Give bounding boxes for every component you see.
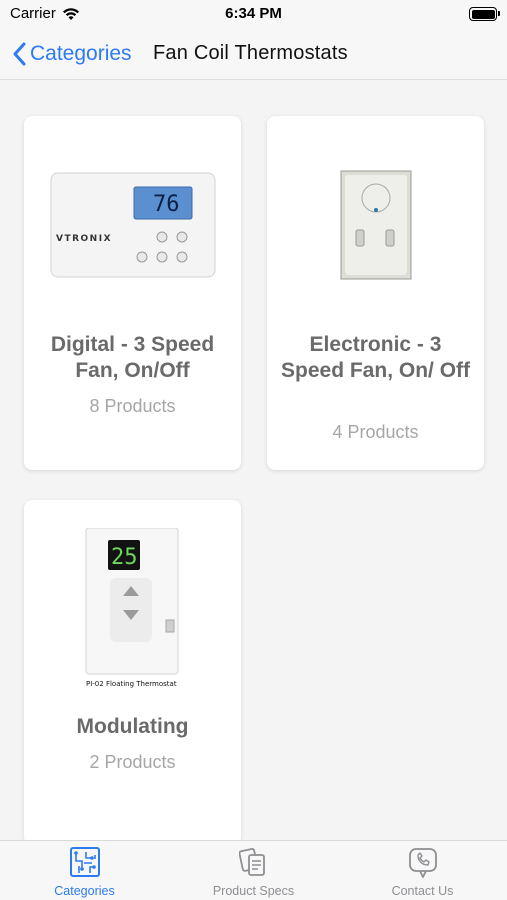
phone-bubble-icon [409, 848, 437, 878]
status-time: 6:34 PM [225, 5, 282, 22]
documents-icon [239, 848, 265, 876]
card-count: 4 Products [332, 422, 419, 442]
battery-icon [469, 7, 500, 21]
navigation-bar: Categories Fan Coil Thermostats [0, 30, 507, 80]
card-title: Electronic - 3 Speed Fan, On/ Off [281, 333, 471, 382]
product-grid: 76 VTRONIX Digital - 3 Speed Fan, On/Off… [0, 80, 507, 845]
digital-thermostat-image: 76 VTRONIX [24, 160, 241, 290]
tab-bar: Categories Product Specs Contact Us [0, 840, 507, 900]
product-card[interactable]: 25 PI-02 Floating Thermostat Modulating … [24, 500, 241, 845]
back-label: Categories [30, 42, 132, 65]
page-title: Fan Coil Thermostats [153, 42, 348, 64]
tab-label: Categories [54, 884, 115, 898]
card-count: 2 Products [89, 752, 176, 772]
tab-label: Contact Us [391, 884, 454, 898]
electronic-thermostat-image [267, 160, 484, 290]
tab-label: Product Specs [212, 884, 295, 898]
product-card[interactable]: 76 VTRONIX Digital - 3 Speed Fan, On/Off… [24, 116, 241, 470]
modulating-thermostat-image: 25 PI-02 Floating Thermostat [24, 528, 241, 690]
product-card[interactable]: Electronic - 3 Speed Fan, On/ Off 4 Prod… [267, 116, 484, 470]
status-bar: Carrier 6:34 PM [0, 0, 507, 30]
circuit-board-icon [70, 847, 100, 877]
card-title: Digital - 3 Speed Fan, On/Off [50, 333, 215, 382]
tab-product-specs[interactable]: Product Specs [169, 841, 338, 900]
image-caption: PI-02 Floating Thermostat [86, 680, 177, 688]
display-reading: 25 [111, 545, 138, 570]
tab-contact-us[interactable]: Contact Us [338, 841, 507, 900]
back-button[interactable]: Categories [12, 38, 132, 70]
chevron-left-icon [13, 42, 26, 66]
tab-categories[interactable]: Categories [0, 841, 169, 900]
display-reading: 76 [153, 192, 180, 217]
card-count: 8 Products [89, 396, 176, 416]
brand-logo: VTRONIX [56, 234, 112, 244]
card-title: Modulating [76, 715, 189, 738]
